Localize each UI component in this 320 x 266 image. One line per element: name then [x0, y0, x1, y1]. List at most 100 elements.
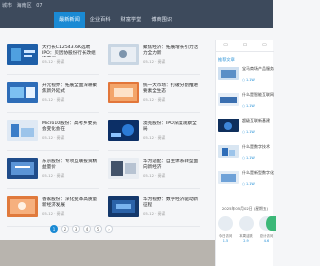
- pagination: 1 2 3 4 5 ›: [50, 225, 113, 233]
- top-bar: 城市 海南区 07 最新新闻 企业百科 财富学堂 博商围识: [0, 0, 273, 28]
- article-meta: 05-12 · 阅读: [143, 173, 166, 178]
- sidebar-section-title: 推荐文章: [218, 57, 235, 62]
- article-card[interactable]: 华为视野：数字经济驱动新征程 05-12 · 阅读: [108, 196, 200, 232]
- sidebar-article-title[interactable]: 超级互联新基建: [242, 118, 274, 128]
- stat-value: 1.5: [222, 239, 229, 243]
- sidebar-article[interactable]: 超级互联新基建 ○ 1.1W: [218, 118, 274, 140]
- article-card[interactable]: 统一大市场：打破分割推进要素全生态 05-12 · 阅读: [108, 82, 200, 118]
- sidebar-thumbnail[interactable]: [218, 144, 239, 158]
- sidebar-article-title[interactable]: 宝马商场产品服务: [242, 66, 274, 76]
- sidebar-article[interactable]: 什么是新型数字化 ○ 1.1W: [218, 170, 274, 192]
- region-code: 07: [36, 3, 43, 9]
- sidebar-thumbnail[interactable]: [218, 92, 239, 106]
- article-card[interactable]: 澳克股份：IPO深度观察全局 05-12 · 阅读: [108, 120, 200, 156]
- article-title[interactable]: Micro10股份：高考乡委员会变化会在: [42, 121, 100, 133]
- stat-label: 总计访问: [259, 234, 274, 238]
- location-label: 城市: [2, 3, 13, 9]
- sidebar-tab[interactable]: ▭: [243, 42, 248, 51]
- article-card[interactable]: 华为适配：自主体系转型面向新经济 05-12 · 阅读: [108, 158, 200, 194]
- article-card[interactable]: 大行长C12543.6K选聘IPO：贝因协股份行长改组选聘议 05-12 · 阅…: [7, 44, 99, 80]
- divider: [7, 74, 99, 75]
- calendar-date: 2025年05月02日 (星期五): [221, 206, 269, 211]
- location-bar[interactable]: 城市 海南区 07: [2, 2, 46, 9]
- sidebar-article-views: ○ 1.1W: [242, 182, 255, 186]
- article-title[interactable]: 东京股份：专项互联投资精益量价: [42, 159, 100, 171]
- stats-labels: 今日访问 本周活跃 总计访问: [218, 233, 274, 238]
- sidebar-article[interactable]: 什么是数字技术 ○ 1.1W: [218, 144, 274, 166]
- article-meta: 05-12 · 阅读: [42, 211, 65, 216]
- article-thumbnail[interactable]: [7, 196, 38, 217]
- article-meta: 05-12 · 阅读: [42, 97, 65, 102]
- article-meta: 05-12 · 阅读: [143, 211, 166, 216]
- stat-label: 本周活跃: [239, 234, 253, 238]
- sidebar-thumbnail[interactable]: [218, 66, 239, 80]
- article-title[interactable]: 华为视野：数字经济驱动新征程: [143, 197, 201, 209]
- page-5-button[interactable]: 5: [94, 225, 102, 233]
- nav-business-knowledge[interactable]: 博商围识: [146, 12, 177, 28]
- article-thumbnail[interactable]: [7, 158, 38, 179]
- nav-wealth-school[interactable]: 财富学堂: [116, 12, 147, 28]
- sidebar-article-title[interactable]: 什么是新型数字化: [242, 170, 274, 180]
- article-thumbnail[interactable]: [108, 196, 139, 217]
- article-thumbnail[interactable]: [108, 120, 139, 141]
- stat-value: 4.6: [263, 239, 270, 243]
- sidebar-article-views: ○ 1.1W: [242, 130, 255, 134]
- divider: [108, 74, 200, 75]
- footer-banner: [0, 240, 215, 266]
- nav-latest-news[interactable]: 最新新闻: [54, 12, 85, 28]
- sidebar-article[interactable]: 什么是智能互联网 ○ 1.1W: [218, 92, 274, 114]
- article-meta: 05-12 · 阅读: [143, 135, 166, 140]
- stat-value: 2.9: [243, 239, 249, 243]
- stat-visits-circle: [218, 216, 233, 231]
- article-thumbnail[interactable]: [7, 120, 38, 141]
- city-name[interactable]: 海南区: [17, 3, 32, 9]
- sidebar-article-views: ○ 1.1W: [242, 78, 255, 82]
- page-3-button[interactable]: 3: [72, 225, 80, 233]
- next-page-button[interactable]: ›: [105, 225, 113, 233]
- sidebar-thumbnail[interactable]: [218, 118, 239, 132]
- sidebar-tabs: ▭ ▭ ▭: [216, 42, 274, 52]
- article-card[interactable]: Micro10股份：高考乡委员会变化会在 05-12 · 阅读: [7, 120, 99, 156]
- article-title[interactable]: 大行长C12543.6K选聘IPO：贝因协股份行长改组选聘议: [42, 45, 100, 57]
- green-badge: [266, 216, 276, 231]
- article-title[interactable]: 统一大市场：打破分割推进要素全生态: [143, 83, 201, 95]
- main-nav: 最新新闻 企业百科 财富学堂 博商围识: [54, 12, 177, 28]
- stat-label: 今日访问: [218, 234, 233, 238]
- sidebar-article[interactable]: 宝马商场产品服务 ○ 1.1W: [218, 66, 274, 88]
- stats-values: 1.5 2.9 4.6: [218, 239, 274, 243]
- article-title[interactable]: 澳克股份：IPO深度观察全局: [143, 121, 201, 133]
- page-4-button[interactable]: 4: [83, 225, 91, 233]
- article-thumbnail[interactable]: [108, 44, 139, 65]
- article-card[interactable]: 聚焦经济：拓展增长引力活力全力新 05-12 · 阅读: [108, 44, 200, 80]
- page-2-button[interactable]: 2: [61, 225, 69, 233]
- article-card[interactable]: 东京股份：专项互联投资精益量价 05-12 · 阅读: [7, 158, 99, 194]
- article-thumbnail[interactable]: [7, 82, 38, 103]
- article-meta: 05-12 · 阅读: [42, 173, 65, 178]
- divider: [7, 188, 99, 189]
- sidebar-article-title[interactable]: 什么是智能互联网: [242, 92, 274, 102]
- article-meta: 05-12 · 阅读: [42, 135, 65, 140]
- article-title[interactable]: 开元视界：拓展全面深耕聚焦新外延式: [42, 83, 100, 95]
- article-thumbnail[interactable]: [7, 44, 38, 65]
- article-thumbnail[interactable]: [108, 82, 139, 103]
- sidebar: ▭ ▭ ▭ 推荐文章 宝马商场产品服务 ○ 1.1W 什么是智能互联网 ○ 1.…: [215, 40, 276, 266]
- page-1-button[interactable]: 1: [50, 225, 58, 233]
- article-title[interactable]: 聚焦经济：拓展增长引力活力全力新: [143, 45, 201, 57]
- divider: [7, 150, 99, 151]
- article-meta: 05-12 · 阅读: [143, 97, 166, 102]
- sidebar-tab[interactable]: ▭: [223, 42, 228, 51]
- article-title[interactable]: 香家股份：深化变革高质量新经济发展: [42, 197, 100, 209]
- divider: [7, 112, 99, 113]
- sidebar-thumbnail[interactable]: [218, 170, 239, 184]
- article-meta: 05-12 · 阅读: [42, 59, 65, 64]
- sidebar-tab[interactable]: ▭: [262, 42, 267, 51]
- article-meta: 05-12 · 阅读: [143, 59, 166, 64]
- divider: [108, 112, 200, 113]
- article-card[interactable]: 开元视界：拓展全面深耕聚焦新外延式 05-12 · 阅读: [7, 82, 99, 118]
- article-thumbnail[interactable]: [108, 158, 139, 179]
- article-title[interactable]: 华为适配：自主体系转型面向新经济: [143, 159, 201, 171]
- divider: [108, 226, 200, 227]
- nav-enterprise-wiki[interactable]: 企业百科: [85, 12, 116, 28]
- sidebar-article-title[interactable]: 什么是数字技术: [242, 144, 274, 154]
- divider: [108, 188, 200, 189]
